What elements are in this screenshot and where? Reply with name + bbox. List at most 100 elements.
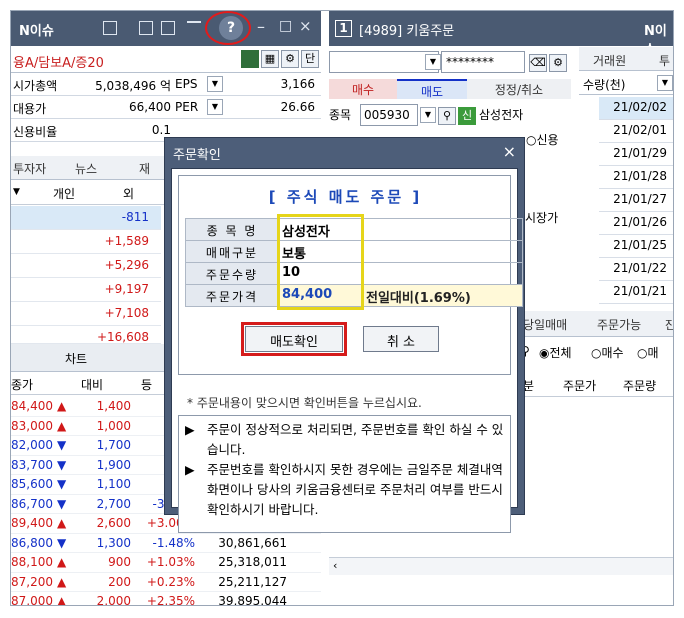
price-cell: 89,400 xyxy=(11,516,53,530)
close-icon[interactable]: × xyxy=(503,142,516,161)
pin-icon[interactable] xyxy=(103,21,117,35)
tab-investor[interactable]: 투자자 xyxy=(13,160,46,177)
rate-cell: -1.48% xyxy=(152,535,195,550)
table-row: 87,000 ▲ 2,000 +2.35% 39,895,044 xyxy=(11,592,321,606)
price-cell: 86,800 xyxy=(11,535,53,550)
triangle-right-icon: ▶ xyxy=(185,422,195,437)
eraser-icon[interactable]: ⌫ xyxy=(529,54,547,72)
arrow-up-icon: ▲ xyxy=(57,399,67,413)
stock-code-input[interactable]: 005930 xyxy=(360,104,418,126)
list-item[interactable]: 21/02/02 xyxy=(599,97,673,120)
chevron-down-icon[interactable]: ▼ xyxy=(420,107,436,123)
price-cell: 86,700 xyxy=(11,496,53,511)
maximize-icon[interactable]: □ xyxy=(279,18,292,34)
chevron-down-icon[interactable]: ▼ xyxy=(207,99,223,115)
info-row: 시가총액 5,038,496 억 EPS ▼ 3,166 xyxy=(11,74,321,96)
single-button[interactable]: 단 xyxy=(301,50,319,68)
list-item[interactable]: 21/02/01 xyxy=(599,120,673,143)
filter-buy[interactable]: ○매수 xyxy=(591,344,624,361)
change-cell: 1,000 xyxy=(96,418,131,433)
table-row: 87,200 ▲ 200 +0.23% 25,211,127 xyxy=(11,573,321,592)
credit-radio-label[interactable]: ○신용 xyxy=(526,131,559,148)
copy-icon[interactable] xyxy=(161,21,175,35)
price-cell: 85,600 xyxy=(11,477,53,491)
order-grid-header: 분 주문가 주문량 xyxy=(519,373,673,397)
price-cell: 87,000 xyxy=(11,594,53,606)
arrow-up-icon: ▲ xyxy=(57,516,67,530)
chevron-down-icon[interactable]: ▼ xyxy=(13,187,20,197)
bookmark-icon[interactable] xyxy=(187,21,201,35)
chevron-down-icon[interactable]: ▼ xyxy=(207,76,223,92)
list-item: +1,589 xyxy=(11,230,161,254)
change-cell: 1,400 xyxy=(96,399,131,413)
price-cell: 82,000 xyxy=(11,438,53,452)
change-cell: 2,600 xyxy=(96,516,131,530)
tab-today-trades[interactable]: 당일매매 xyxy=(523,316,567,333)
market-order-label: 시장가 xyxy=(525,211,559,225)
close-icon[interactable]: × xyxy=(299,17,312,35)
volume-cell: 39,895,044 xyxy=(218,594,287,606)
highlight-box xyxy=(277,214,364,310)
list-item[interactable]: 21/01/26 xyxy=(599,212,673,235)
tab-news[interactable]: 뉴스 xyxy=(75,160,97,177)
change-cell: 2,000 xyxy=(96,594,131,606)
price-cell: 88,100 xyxy=(11,555,53,569)
info-item: ▶ 주문이 정상적으로 처리되면, 주문번호를 확인 하실 수 있습니다. xyxy=(185,422,504,457)
list-item[interactable]: 21/01/25 xyxy=(599,235,673,258)
tab-broker[interactable]: 거래원 xyxy=(593,52,626,69)
gear-icon[interactable]: ⚙ xyxy=(549,54,567,72)
price-cell: 84,400 xyxy=(11,399,53,413)
list-item: +7,108 xyxy=(11,302,161,326)
account-select[interactable] xyxy=(329,51,439,73)
tab-modify-cancel[interactable]: 정정/취소 xyxy=(467,79,571,99)
order-filter: ⚲ ◉전체 ○매수 ○매 xyxy=(519,341,673,365)
tab-chart[interactable]: 차트 xyxy=(65,350,87,367)
list-item[interactable]: 21/01/29 xyxy=(599,143,673,166)
chevron-down-icon[interactable]: ▼ xyxy=(425,54,441,70)
left-subheader: 융A/담보A/증20 ▦ ⚙ 단 xyxy=(11,47,321,73)
window-number: 1 xyxy=(335,20,352,37)
arrow-down-icon: ▼ xyxy=(57,477,67,491)
table-row: 88,100 ▲ 900 +1.03% 25,318,011 xyxy=(11,553,321,573)
gear-icon[interactable]: ⚙ xyxy=(281,50,299,68)
password-field[interactable]: ******** xyxy=(441,51,525,73)
search-icon[interactable]: ⚲ xyxy=(438,107,456,125)
chevron-left-icon[interactable]: ‹ xyxy=(333,559,337,572)
change-cell: 1,900 xyxy=(96,457,131,472)
filter-all[interactable]: ◉전체 xyxy=(539,344,572,361)
info-row: 대용가 66,400 PER ▼ 26.66 xyxy=(11,97,321,119)
tab-sell[interactable]: 매도 xyxy=(397,79,467,99)
list-item[interactable]: 21/01/27 xyxy=(599,189,673,212)
list-item[interactable]: 21/01/28 xyxy=(599,166,673,189)
filter-sell[interactable]: ○매 xyxy=(637,344,659,361)
minimize-icon[interactable]: – xyxy=(257,17,265,36)
window-icon[interactable] xyxy=(139,21,153,35)
arrow-up-icon: ▲ xyxy=(57,594,67,606)
list-item[interactable]: 21/01/21 xyxy=(599,281,673,304)
arrow-up-icon: ▲ xyxy=(57,574,67,589)
tab-orderable[interactable]: 주문가능 xyxy=(597,316,641,333)
dialog-titlebar: 주문확인 × xyxy=(165,138,524,166)
screenshot: N이슈 ? – □ × 융A/담보A/증20 ▦ ⚙ 단 시가총액 5,038,… xyxy=(0,0,684,618)
sell-confirm-button[interactable]: 매도확인 xyxy=(241,322,347,356)
tab-balance[interactable]: 잔 xyxy=(665,316,673,333)
list-item: +5,296 xyxy=(11,254,161,278)
arrow-up-icon: ▲ xyxy=(57,555,67,569)
help-highlight-circle xyxy=(205,11,251,45)
margin-info: 융A/담보A/증20 xyxy=(13,56,104,71)
list-item[interactable]: 21/01/22 xyxy=(599,258,673,281)
horizontal-scrollbar[interactable]: ‹ xyxy=(329,557,673,575)
tab-investor-side[interactable]: 투 xyxy=(659,52,670,69)
green-block-icon[interactable] xyxy=(241,50,259,68)
tab-buy[interactable]: 매수 xyxy=(329,79,397,99)
price-change-value: 전일대비(1.69%) xyxy=(366,291,471,306)
stock-name: 삼성전자 xyxy=(479,108,524,122)
arrow-down-icon: ▼ xyxy=(57,438,67,452)
rate-cell: +0.23% xyxy=(146,574,195,589)
sheet-icon[interactable]: ▦ xyxy=(261,50,279,68)
triangle-right-icon: ▶ xyxy=(185,462,195,477)
tab-finance[interactable]: 재 xyxy=(139,160,150,177)
dialog-info-box: ▶ 주문이 정상적으로 처리되면, 주문번호를 확인 하실 수 있습니다. ▶ 주문… xyxy=(178,415,511,533)
chevron-down-icon[interactable]: ▼ xyxy=(657,75,673,91)
cancel-button[interactable]: 취 소 xyxy=(363,326,439,352)
